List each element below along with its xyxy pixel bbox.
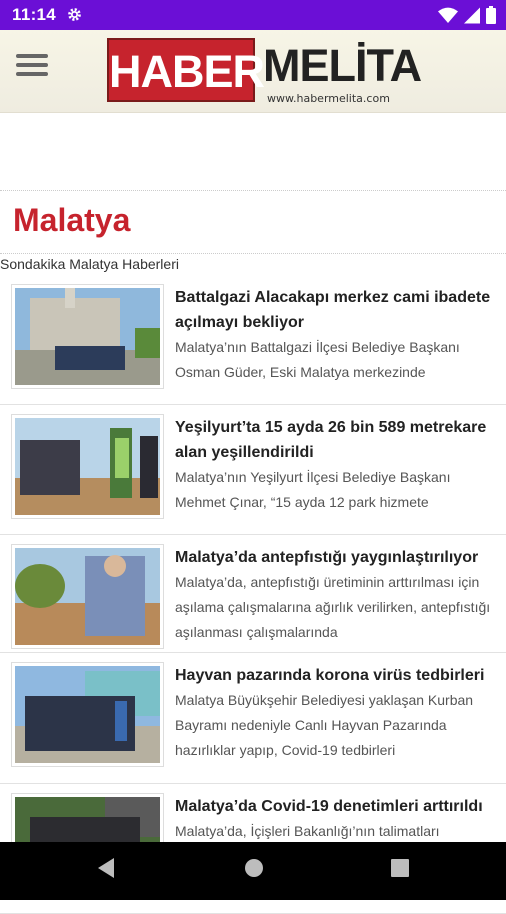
article-title[interactable]: Yeşilyurt’ta 15 ayda 26 bin 589 metrekar… <box>175 415 501 465</box>
list-item[interactable]: Yeşilyurt’ta 15 ayda 26 bin 589 metrekar… <box>0 405 506 535</box>
page-title: Malatya <box>13 202 131 238</box>
divider <box>0 190 506 191</box>
logo-left-text: HABER <box>109 46 265 97</box>
battery-icon <box>486 6 496 24</box>
logo-right-text: MELİTA <box>263 40 422 91</box>
page-subtitle: Sondakika Malatya Haberleri <box>0 256 179 272</box>
article-summary: Malatya’nın Battalgazi İlçesi Belediye B… <box>175 339 460 380</box>
divider <box>0 253 506 254</box>
article-summary: Malatya’da, antepfıstığı üretiminin artt… <box>175 574 491 640</box>
article-summary: Malatya’nın Yeşilyurt İlçesi Belediye Ba… <box>175 469 451 510</box>
article-title[interactable]: Malatya’da Covid-19 denetimleri arttırıl… <box>175 794 501 819</box>
home-icon[interactable] <box>243 857 265 879</box>
list-item[interactable]: Malatya’da antepfıstığı yaygınlaştırılıy… <box>0 535 506 653</box>
site-logo[interactable]: HABER MELİTA www.habermelita.com <box>107 38 422 105</box>
article-title[interactable]: Hayvan pazarında korona virüs tedbirleri <box>175 663 501 688</box>
article-thumbnail[interactable] <box>11 284 164 389</box>
article-title[interactable]: Battalgazi Alacakapı merkez cami ibadete… <box>175 285 501 335</box>
article-thumbnail[interactable] <box>11 662 164 767</box>
article-summary: Malatya Büyükşehir Belediyesi yaklaşan K… <box>175 692 474 758</box>
article-summary: Malatya’da, İçişleri Bakanlığı’nın talim… <box>175 823 440 839</box>
list-item[interactable]: Battalgazi Alacakapı merkez cami ibadete… <box>0 275 506 405</box>
list-item[interactable]: Hayvan pazarında korona virüs tedbirleri… <box>0 653 506 784</box>
status-time: 11:14 <box>12 5 57 24</box>
status-bar: 11:14 <box>0 0 506 30</box>
recents-icon[interactable] <box>390 857 410 879</box>
signal-icon <box>464 7 480 23</box>
back-icon[interactable] <box>96 857 116 879</box>
logo-url: www.habermelita.com <box>267 92 390 105</box>
article-list: Battalgazi Alacakapı merkez cami ibadete… <box>0 275 506 914</box>
article-title[interactable]: Malatya’da antepfıstığı yaygınlaştırılıy… <box>175 545 501 570</box>
menu-icon[interactable] <box>16 54 48 86</box>
gear-icon <box>68 8 81 21</box>
wifi-icon <box>438 7 458 23</box>
article-thumbnail[interactable] <box>11 414 164 519</box>
article-thumbnail[interactable] <box>11 544 164 649</box>
system-nav-bar <box>0 842 506 900</box>
app-header: HABER MELİTA www.habermelita.com <box>0 30 506 113</box>
